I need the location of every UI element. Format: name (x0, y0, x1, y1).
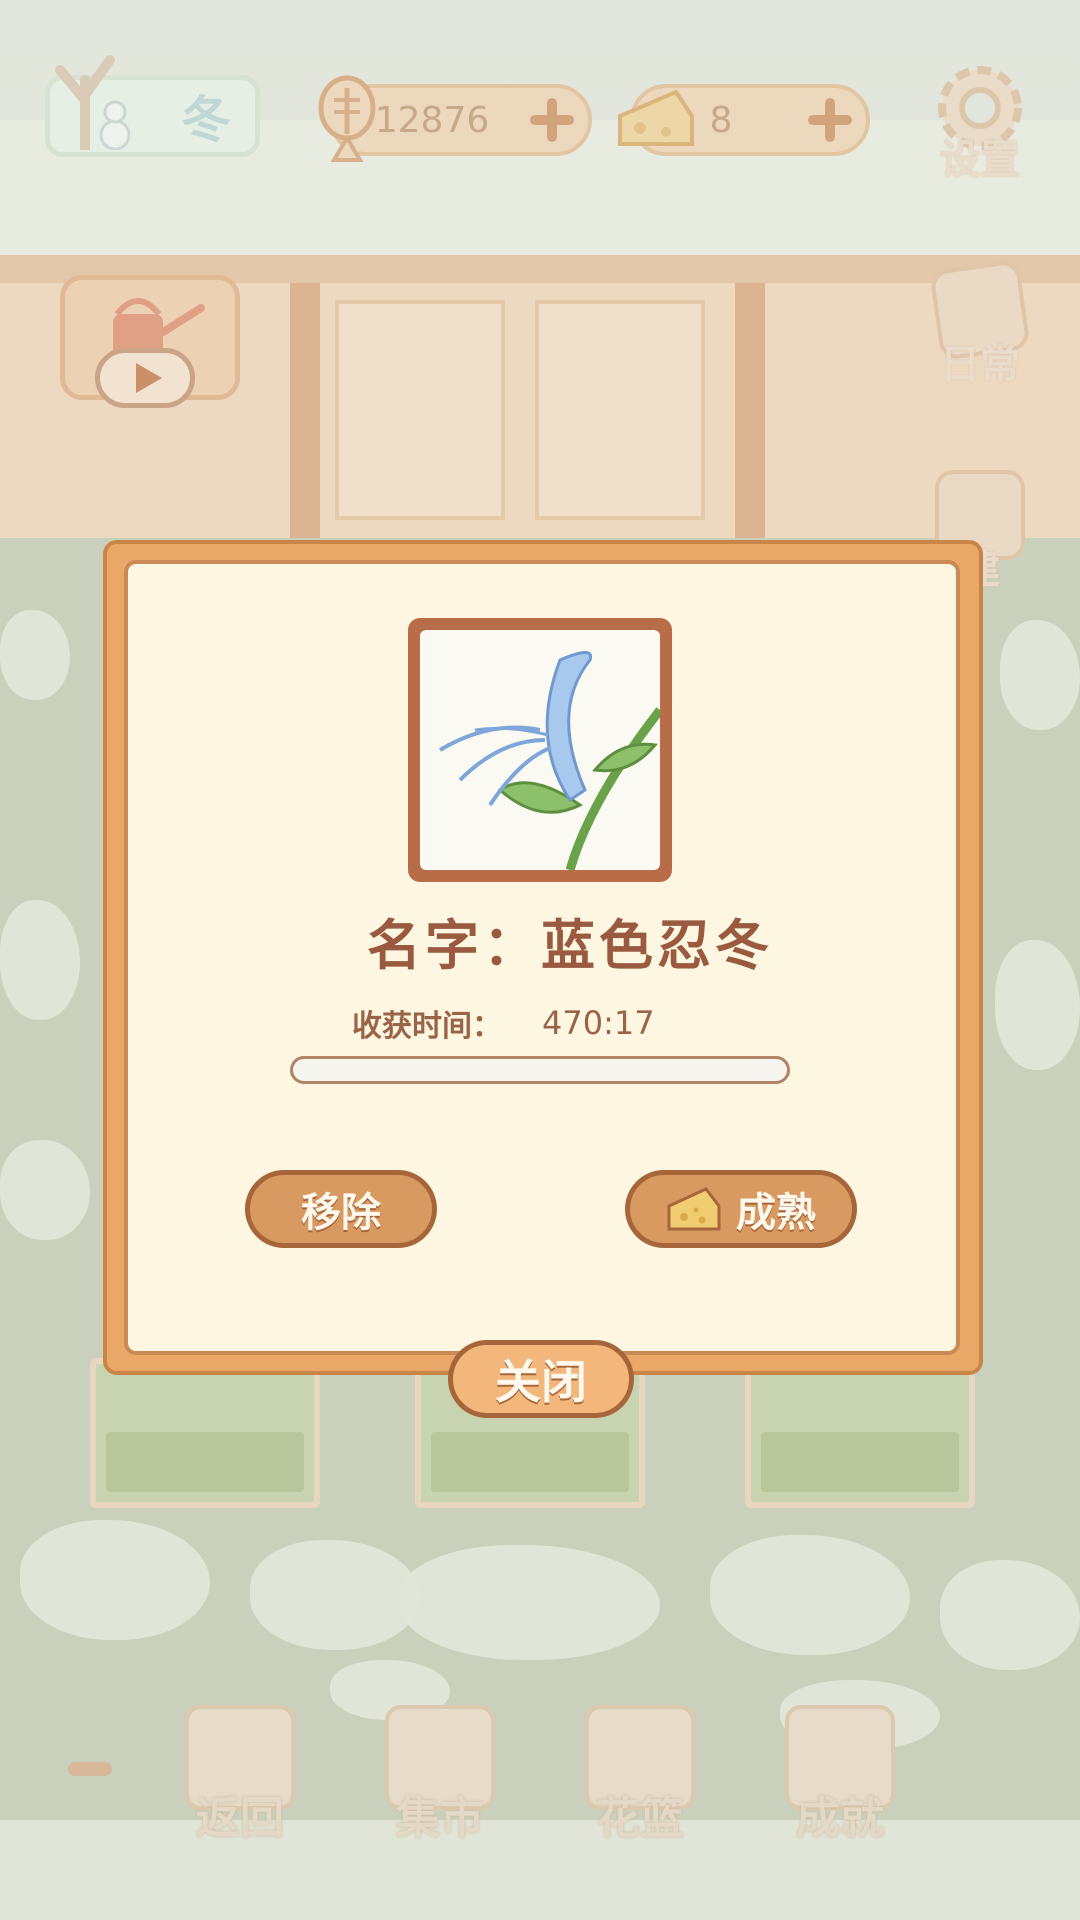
market-label: 集市 (396, 1793, 484, 1844)
stone (0, 900, 80, 1020)
close-label: 关闭 (495, 1355, 587, 1409)
plant-picture-frame (408, 618, 672, 882)
mature-button[interactable]: 成熟 (625, 1170, 857, 1248)
settings-label: 设置 (940, 137, 1020, 183)
stone (400, 1545, 660, 1660)
daily-button[interactable]: 日常 (925, 259, 1035, 390)
add-cheese-plus-icon[interactable] (808, 98, 852, 142)
growth-progress-bar (290, 1056, 790, 1084)
stone (995, 940, 1080, 1070)
cheese-icon (667, 1187, 721, 1231)
house-door-panel (535, 300, 705, 520)
back-nav-button[interactable]: 返回 (180, 1705, 300, 1855)
planter-box[interactable] (745, 1358, 975, 1508)
season-label: 冬 (181, 91, 231, 149)
add-fish-plus-icon[interactable] (530, 98, 574, 142)
achievement-nav-button[interactable]: 成就 (780, 1705, 900, 1855)
harvest-time-value: 470:17 (542, 1004, 655, 1042)
basket-label: 花篮 (596, 1793, 684, 1844)
stone (1000, 620, 1080, 730)
plant-picture (420, 630, 660, 870)
fish-bone-icon (318, 75, 376, 162)
blue-honeysuckle-flower-icon (438, 651, 660, 870)
fish-currency: 12876 (318, 75, 592, 162)
daily-label: 日常 (940, 342, 1020, 388)
house-door-panel (335, 300, 505, 520)
stone (250, 1540, 420, 1650)
winter-tree-icon (55, 55, 130, 150)
plant-name: 名字：蓝色忍冬 (367, 913, 773, 977)
play-icon[interactable] (95, 348, 195, 408)
house-post (290, 283, 320, 538)
mature-label: 成熟 (736, 1190, 816, 1236)
cheese-icon (618, 89, 694, 146)
game-screen: 冬 12876 8 设置 日常 返回 集市 花篮 成就 名字：蓝色忍冬 收获时间… (0, 0, 1080, 1920)
house-post (735, 283, 765, 538)
close-button[interactable]: 关闭 (448, 1340, 634, 1418)
achievement-label: 成就 (796, 1793, 884, 1844)
stone (0, 610, 70, 700)
settings-button[interactable]: 设置 (925, 60, 1035, 185)
market-nav-button[interactable]: 集市 (380, 1705, 500, 1855)
stone (710, 1535, 910, 1655)
ground-edge (0, 1820, 1080, 1920)
remove-label: 移除 (301, 1190, 381, 1236)
cheese-currency: 8 (618, 84, 870, 156)
back-label: 返回 (196, 1793, 284, 1844)
minus-icon[interactable] (68, 1762, 112, 1776)
stone (20, 1520, 210, 1640)
planter-box[interactable] (90, 1358, 320, 1508)
basket-nav-button[interactable]: 花篮 (580, 1705, 700, 1855)
remove-button[interactable]: 移除 (245, 1170, 437, 1248)
stone (940, 1560, 1080, 1670)
harvest-time-row: 收获时间： 470:17 (352, 1000, 655, 1046)
harvest-time-label: 收获时间： (352, 1009, 502, 1044)
stone (0, 1140, 90, 1240)
